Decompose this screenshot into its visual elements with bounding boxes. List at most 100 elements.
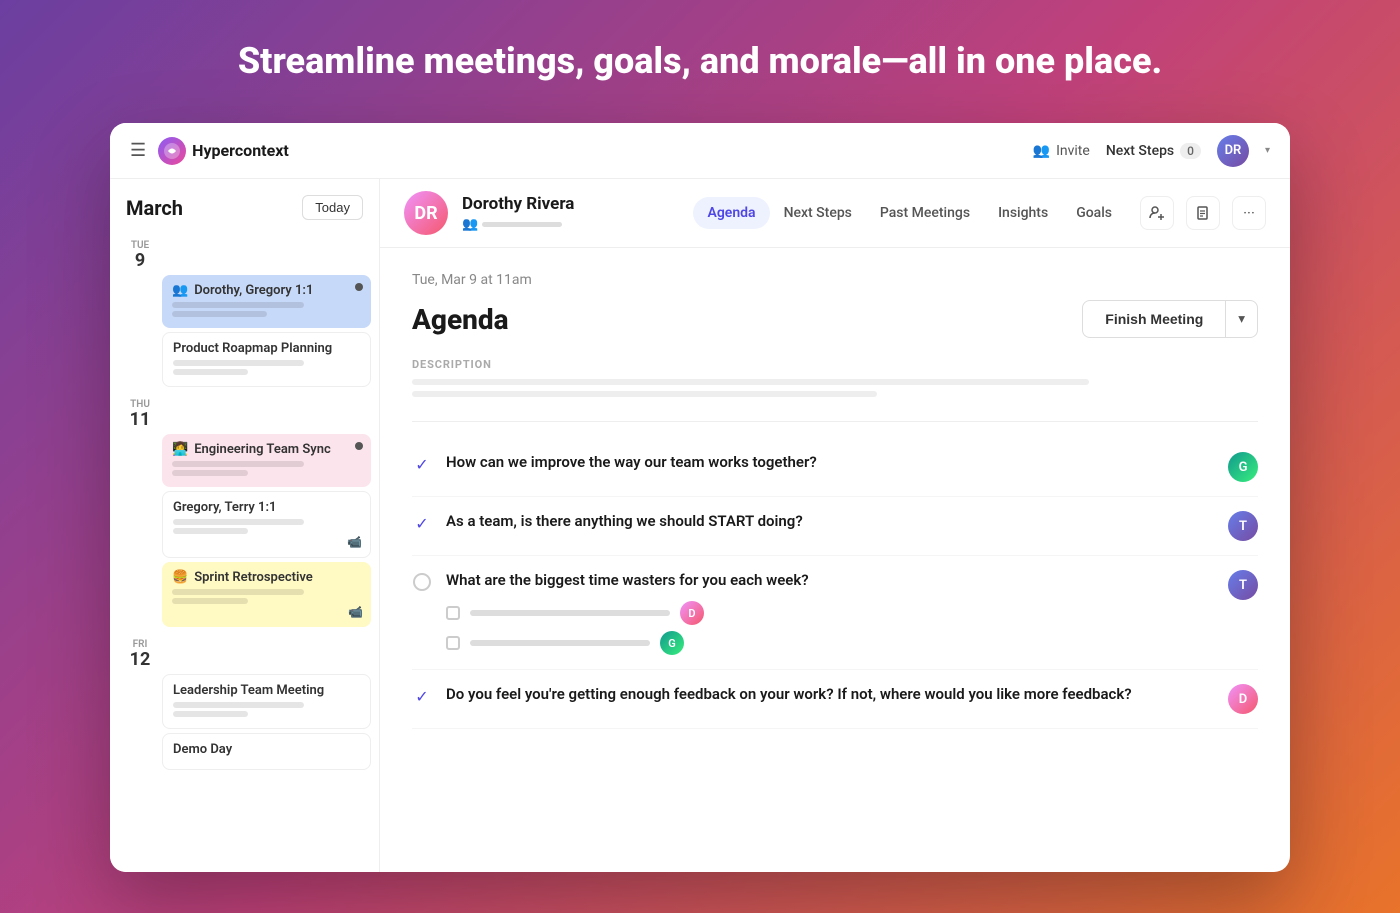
- tab-past-meetings[interactable]: Past Meetings: [866, 197, 984, 229]
- meeting-card-engineering-sync[interactable]: 👩‍💻 Engineering Team Sync: [162, 434, 371, 487]
- next-steps-nav-label: Next Steps: [1106, 143, 1174, 159]
- agenda-check-4[interactable]: ✓: [412, 686, 432, 706]
- agenda-item-1: ✓ How can we improve the way our team wo…: [412, 438, 1258, 497]
- meeting-title-gregory-terry: Gregory, Terry 1:1: [173, 500, 360, 515]
- agenda-item-3: What are the biggest time wasters for yo…: [412, 556, 1258, 670]
- meeting-title-leadership: Leadership Team Meeting: [173, 683, 360, 698]
- meeting-dot-engineering: [355, 442, 363, 450]
- meeting-sub-line-2: [173, 711, 248, 717]
- meeting-sub-line-2: [172, 470, 248, 476]
- document-button[interactable]: [1186, 196, 1220, 230]
- sub-item-row-2: G: [446, 631, 1214, 655]
- agenda-check-2[interactable]: ✓: [412, 513, 432, 533]
- meeting-sub-line-2: [173, 528, 248, 534]
- check-done-icon-1: ✓: [415, 455, 428, 474]
- person-sub-icon: 👥: [462, 217, 478, 232]
- description-label: DESCRIPTION: [412, 358, 1258, 371]
- meeting-card-product-roadmap[interactable]: Product Roapmap Planning: [162, 332, 371, 387]
- meeting-card-gregory-terry[interactable]: Gregory, Terry 1:1 📹: [162, 491, 371, 558]
- nav-right: 👥 Invite Next Steps 0 DR ▾: [1033, 135, 1270, 167]
- agenda-question-1: How can we improve the way our team work…: [446, 452, 1214, 473]
- meeting-title-dorothy: 👥 Dorothy, Gregory 1:1: [172, 283, 361, 298]
- logo-icon: [158, 137, 186, 165]
- agenda-sub-items-3: D G: [446, 601, 1214, 655]
- agenda-title-row: Agenda Finish Meeting ▾: [412, 300, 1258, 338]
- day-group-9: TUE 9 👥 Dorothy, Gregory 1:1: [110, 232, 379, 387]
- meeting-card-leadership[interactable]: Leadership Team Meeting: [162, 674, 371, 729]
- tab-agenda[interactable]: Agenda: [693, 197, 769, 229]
- day-group-12: FRI 12 Leadership Team Meeting De: [110, 631, 379, 770]
- meeting-card-sprint-retro[interactable]: 🍔 Sprint Retrospective 📹: [162, 562, 371, 627]
- meeting-sub-line-1: [173, 519, 304, 525]
- finish-meeting-button[interactable]: Finish Meeting: [1082, 300, 1225, 338]
- meeting-title-demo: Demo Day: [173, 742, 360, 757]
- today-button[interactable]: Today: [302, 195, 363, 220]
- hamburger-icon[interactable]: ☰: [130, 140, 146, 161]
- meeting-person-name: Dorothy Rivera: [462, 194, 679, 214]
- tab-goals[interactable]: Goals: [1062, 197, 1126, 229]
- meeting-card-dorothy-gregory[interactable]: 👥 Dorothy, Gregory 1:1: [162, 275, 371, 328]
- next-steps-badge: 0: [1180, 143, 1201, 159]
- logo-area: Hypercontext: [158, 137, 289, 165]
- meeting-tabs: Agenda Next Steps Past Meetings Insights…: [693, 197, 1126, 229]
- meeting-sub-line-1: [172, 302, 304, 308]
- meeting-title-product: Product Roapmap Planning: [173, 341, 360, 356]
- agenda-item-content-3: What are the biggest time wasters for yo…: [446, 570, 1214, 655]
- agenda-question-4: Do you feel you're getting enough feedba…: [446, 684, 1214, 705]
- meeting-name-area: Dorothy Rivera 👥: [462, 194, 679, 232]
- meeting-sub-line-1: [172, 461, 304, 467]
- sidebar-header: March Today: [110, 195, 379, 232]
- finish-meeting-dropdown[interactable]: ▾: [1225, 300, 1258, 338]
- agenda-content: Tue, Mar 9 at 11am Agenda Finish Meeting…: [380, 248, 1290, 872]
- check-done-icon-2: ✓: [415, 514, 428, 533]
- month-title: March: [126, 196, 183, 220]
- meeting-title-sprint: 🍔 Sprint Retrospective: [172, 570, 361, 585]
- sub-avatar-2: G: [660, 631, 684, 655]
- video-icon: 📹: [347, 535, 362, 549]
- sub-avatar-1: D: [680, 601, 704, 625]
- day-group-11: THU 11 👩‍💻 Engineering Team Sync: [110, 391, 379, 627]
- day-num-9: 9: [135, 251, 145, 271]
- logo-text: Hypercontext: [192, 141, 289, 160]
- user-avatar-nav[interactable]: DR: [1217, 135, 1249, 167]
- day-num-12: 12: [130, 650, 151, 670]
- item-avatar-2: T: [1228, 511, 1258, 541]
- day-label-9: TUE 9: [110, 232, 379, 275]
- divider: [412, 421, 1258, 422]
- agenda-check-3[interactable]: [412, 572, 432, 592]
- agenda-item-content-2: As a team, is there anything we should S…: [446, 511, 1214, 532]
- meeting-sub-line-2: [172, 311, 267, 317]
- video-icon-sprint: 📹: [348, 605, 363, 619]
- desc-line-1: [412, 379, 1089, 385]
- agenda-question-3: What are the biggest time wasters for yo…: [446, 570, 1214, 591]
- day-info-11: THU 11: [126, 399, 154, 430]
- invite-button[interactable]: 👥 Invite: [1033, 143, 1090, 159]
- meeting-sub-line-1: [173, 702, 304, 708]
- nav-dropdown-arrow[interactable]: ▾: [1265, 145, 1270, 156]
- meeting-list-11: 👩‍💻 Engineering Team Sync Gregory, Terry…: [110, 434, 379, 627]
- meeting-sub-line-2: [173, 369, 248, 375]
- meeting-header: DR Dorothy Rivera 👥 Agenda Next Steps Pa…: [380, 179, 1290, 248]
- meeting-card-demo-day[interactable]: Demo Day: [162, 733, 371, 770]
- agenda-check-1[interactable]: ✓: [412, 454, 432, 474]
- sub-checkbox-1[interactable]: [446, 606, 460, 620]
- tab-insights[interactable]: Insights: [984, 197, 1062, 229]
- agenda-item-2: ✓ As a team, is there anything we should…: [412, 497, 1258, 556]
- day-info-12: FRI 12: [126, 639, 154, 670]
- meeting-sub-line-1: [172, 589, 304, 595]
- person-line: [482, 222, 562, 227]
- check-done-icon-4: ✓: [415, 687, 428, 706]
- sub-checkbox-2[interactable]: [446, 636, 460, 650]
- item-avatar-3: T: [1228, 570, 1258, 600]
- agenda-title: Agenda: [412, 303, 509, 336]
- meeting-person-sub: 👥: [462, 217, 679, 232]
- add-person-button[interactable]: [1140, 196, 1174, 230]
- next-steps-nav-button[interactable]: Next Steps 0: [1106, 143, 1201, 159]
- main-layout: March Today TUE 9 👥 Dorothy, Gregory 1:1: [110, 179, 1290, 872]
- agenda-question-2: As a team, is there anything we should S…: [446, 511, 1214, 532]
- tab-next-steps[interactable]: Next Steps: [770, 197, 866, 229]
- meeting-list-9: 👥 Dorothy, Gregory 1:1 Product Roapmap P…: [110, 275, 379, 387]
- sub-line-1: [470, 610, 670, 616]
- more-options-button[interactable]: ···: [1232, 196, 1266, 230]
- top-nav: ☰ Hypercontext 👥 Invite Next Steps 0: [110, 123, 1290, 179]
